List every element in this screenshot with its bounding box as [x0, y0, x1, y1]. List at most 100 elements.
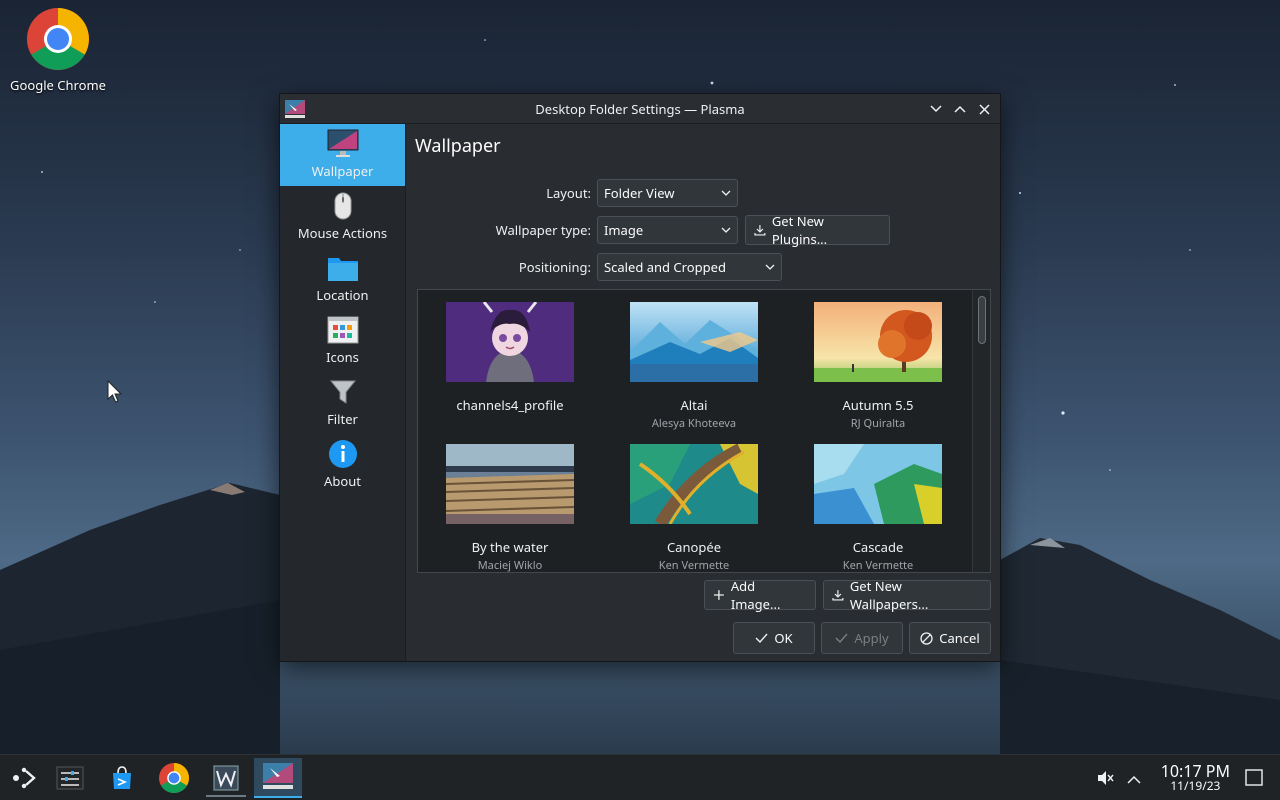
wallpaper-item[interactable]: channels4_profile	[418, 302, 602, 414]
check-icon	[755, 633, 768, 643]
show-desktop-button[interactable]	[1245, 769, 1263, 791]
close-icon	[978, 103, 990, 115]
sidebar-item-label: About	[324, 472, 361, 490]
sidebar-item-mouse-actions[interactable]: Mouse Actions	[280, 186, 405, 248]
sidebar-item-about[interactable]: About	[280, 434, 405, 496]
layout-value: Folder View	[604, 184, 675, 202]
layout-combobox[interactable]: Folder View	[597, 179, 738, 207]
sidebar-item-label: Wallpaper	[311, 162, 374, 180]
wallpaper-item[interactable]: Canopée Ken Vermette	[602, 444, 786, 573]
cancel-button[interactable]: Cancel	[909, 622, 991, 654]
wallpaper-name: Canopée	[666, 538, 722, 556]
wallpaper-author: Ken Vermette	[842, 558, 914, 573]
wallpaper-thumbnail	[630, 302, 758, 382]
icons-grid-icon	[327, 314, 359, 346]
ok-button[interactable]: OK	[733, 622, 815, 654]
mouse-cursor-icon	[107, 380, 123, 403]
chevron-down-icon	[930, 105, 942, 113]
wallpaper-name: By the water	[471, 538, 549, 556]
positioning-value: Scaled and Cropped	[604, 258, 726, 276]
volume-muted-icon[interactable]	[1096, 769, 1114, 791]
wallpaper-author: RJ Quiralta	[850, 416, 906, 431]
digital-clock[interactable]: 10:17 PM 11/19/23	[1161, 763, 1230, 793]
tray-expand-icon[interactable]	[1127, 771, 1141, 789]
chevron-down-icon	[721, 190, 731, 196]
show-desktop-icon	[1245, 769, 1263, 786]
get-new-plugins-label: Get New Plugins...	[771, 212, 828, 248]
taskbar-plasma-settings-button[interactable]	[254, 758, 302, 798]
wallpaper-type-value: Image	[604, 221, 644, 239]
download-icon	[832, 590, 844, 601]
wallpaper-name: channels4_profile	[456, 396, 564, 414]
settings-sliders-icon	[56, 766, 84, 790]
positioning-label: Positioning:	[518, 258, 591, 276]
taskbar-settings-button[interactable]	[46, 758, 94, 798]
wallpaper-name: Cascade	[852, 538, 904, 556]
apply-button[interactable]: Apply	[821, 622, 903, 654]
chevron-down-icon	[721, 227, 731, 233]
clock-date: 11/19/23	[1170, 777, 1221, 794]
add-image-button[interactable]: Add Image...	[704, 577, 816, 613]
wallpaper-grid-scrollbar[interactable]	[972, 290, 990, 572]
wallpaper-item[interactable]: Cascade Ken Vermette	[786, 444, 970, 573]
check-icon	[835, 633, 848, 643]
wallpaper-item[interactable]: By the water Maciej Wiklo	[418, 444, 602, 573]
chrome-icon	[25, 6, 91, 72]
wallpaper-author: Ken Vermette	[658, 558, 730, 573]
close-button[interactable]	[974, 98, 994, 120]
wallpaper-item[interactable]: Altai Alesya Khoteeva	[602, 302, 786, 431]
plasma-settings-icon	[285, 100, 305, 118]
wallpaper-grid: channels4_profile Altai Alesya Khoteeva	[417, 289, 991, 573]
window-title: Desktop Folder Settings — Plasma	[535, 99, 745, 118]
wallpaper-item[interactable]: Autumn 5.5 RJ Quiralta	[786, 302, 970, 431]
sidebar-item-location[interactable]: Location	[280, 248, 405, 310]
folder-icon	[327, 252, 359, 284]
positioning-combobox[interactable]: Scaled and Cropped	[597, 253, 782, 281]
download-icon	[754, 225, 766, 236]
wallpaper-author: Alesya Khoteeva	[651, 416, 737, 431]
cancel-icon	[920, 631, 933, 645]
get-new-wallpapers-label: Get New Wallpapers...	[849, 577, 929, 613]
scrollbar-thumb[interactable]	[978, 296, 986, 344]
window-titlebar[interactable]: Desktop Folder Settings — Plasma	[280, 94, 1000, 124]
wallpaper-type-combobox[interactable]: Image	[597, 216, 738, 244]
sidebar-item-label: Icons	[326, 348, 359, 366]
wallpaper-thumbnail	[814, 302, 942, 382]
taskbar-chrome-button[interactable]	[150, 758, 198, 798]
minimize-button[interactable]	[926, 98, 946, 120]
cancel-label: Cancel	[939, 629, 980, 647]
app-launcher-button[interactable]	[0, 758, 48, 798]
filter-icon	[327, 376, 359, 408]
desktop-icon-google-chrome[interactable]: Google Chrome	[6, 6, 110, 94]
get-new-plugins-button[interactable]: Get New Plugins...	[745, 212, 890, 248]
add-image-label: Add Image...	[730, 577, 781, 613]
sidebar-item-icons[interactable]: Icons	[280, 310, 405, 372]
settings-content: Wallpaper Layout: Folder View Wallpaper …	[407, 124, 1000, 661]
get-new-wallpapers-button[interactable]: Get New Wallpapers...	[823, 577, 991, 613]
chevron-up-icon	[954, 105, 966, 113]
sidebar-item-label: Location	[316, 286, 369, 304]
desktop-icon-label: Google Chrome	[10, 76, 106, 94]
ok-label: OK	[774, 629, 793, 647]
chevron-down-icon	[765, 264, 775, 270]
mouse-icon	[327, 190, 359, 222]
wallpaper-author: Maciej Wiklo	[477, 558, 543, 573]
page-title: Wallpaper	[415, 134, 501, 158]
sidebar-item-filter[interactable]: Filter	[280, 372, 405, 434]
wallpaper-thumbnail	[814, 444, 942, 524]
app-launcher-icon	[13, 767, 36, 789]
plus-icon	[713, 590, 724, 600]
wallpaper-thumbnail	[446, 444, 574, 524]
taskbar-text-editor-button[interactable]	[202, 758, 250, 798]
settings-sidebar: Wallpaper Mouse Actions Location Icons F…	[280, 124, 406, 661]
sidebar-item-label: Mouse Actions	[297, 224, 388, 242]
sidebar-item-wallpaper[interactable]: Wallpaper	[280, 124, 405, 186]
wallpaper-thumbnail	[446, 302, 574, 382]
plasma-settings-icon	[263, 763, 293, 789]
wallpaper-type-label: Wallpaper type:	[495, 221, 591, 239]
info-icon	[327, 438, 359, 470]
apply-label: Apply	[854, 629, 889, 647]
taskbar-store-button[interactable]	[98, 758, 146, 798]
maximize-button[interactable]	[950, 98, 970, 120]
wallpaper-thumbnail	[630, 444, 758, 524]
